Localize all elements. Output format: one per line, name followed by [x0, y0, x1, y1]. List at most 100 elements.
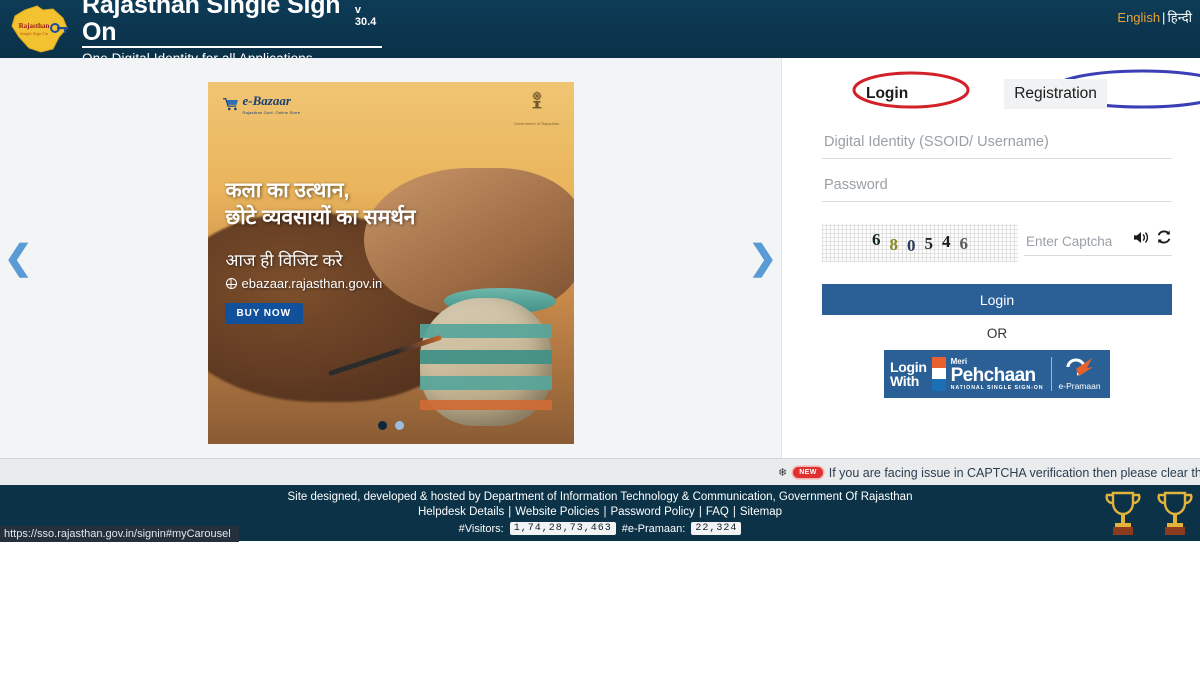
footer-link-password-policy[interactable]: Password Policy	[610, 506, 694, 518]
refresh-icon[interactable]	[1156, 229, 1172, 245]
meri-pehchaan-flag-icon	[931, 357, 946, 391]
ashoka-emblem-icon	[532, 91, 542, 109]
sparkle-icon: ❄	[778, 467, 788, 479]
ebazaar-logo: e-Bazaar Rajasthan Govt. Online Store	[222, 92, 301, 115]
epramaan-count: 22,324	[691, 522, 742, 535]
footer-link-faq[interactable]: FAQ	[706, 506, 729, 518]
captcha-icon-group	[1133, 229, 1172, 245]
meri-pehchaan-login-with: Login With	[890, 360, 927, 388]
footer-link-helpdesk[interactable]: Helpdesk Details	[418, 506, 504, 518]
banner-url: ebazaar.rajasthan.gov.in	[241, 276, 383, 291]
epramaan-block: e-Pramaan	[1059, 357, 1101, 391]
banner-headline-line1: कला का उत्थान,	[225, 179, 350, 202]
captcha-row: 6 8 0 5 4 6	[822, 224, 1172, 262]
ebazaar-brand-sub: Rajasthan Govt. Online Store	[242, 110, 301, 115]
visitors-count: 1,74,28,73,463	[509, 522, 616, 535]
ebazaar-brand: e-Bazaar	[242, 93, 291, 108]
tab-registration[interactable]: Registration	[1004, 79, 1107, 109]
banner-cta-text: आज ही विजिट करे	[225, 251, 343, 270]
captcha-digit-1: 6	[872, 230, 881, 249]
banner-url-row: ebazaar.rajasthan.gov.in	[225, 276, 383, 291]
svg-text:Rajasthan: Rajasthan	[19, 22, 50, 30]
meri-pehchaan-brand: Meri Pehchaan NATIONAL SINGLE SIGN-ON	[950, 357, 1044, 391]
footer-link-sep-4: |	[732, 506, 736, 518]
mp-divider	[1050, 357, 1052, 391]
carousel-slide-ebazaar[interactable]: e-Bazaar Rajasthan Govt. Online Store Go…	[207, 82, 574, 444]
emblem-caption: Government of Rajasthan	[513, 122, 560, 126]
footer-links: Helpdesk Details | Website Policies | Passwo…	[0, 506, 1200, 518]
username-field-wrapper	[822, 130, 1172, 159]
language-option-english[interactable]: English	[1117, 10, 1160, 25]
banner-headline-line2: छोटे व्यवसायों का समर्थन	[225, 205, 416, 229]
browser-status-bar: https://sso.rajasthan.gov.in/signin#myCa…	[0, 526, 239, 542]
carousel[interactable]: e-Bazaar Rajasthan Govt. Online Store Go…	[207, 82, 574, 444]
page-header: Rajasthan Single Sign On Rajasthan Singl…	[0, 0, 1200, 58]
sso-login-page: Rajasthan Single Sign On Rajasthan Singl…	[0, 0, 1200, 542]
marquee-content: ❄ NEW If you are facing issue in CAPTCHA…	[778, 459, 1200, 485]
title-line: Rajasthan Single Sign On v 30.4	[82, 0, 382, 48]
page-below-fold	[0, 542, 1200, 675]
rajasthan-map-logo-icon: Rajasthan Single Sign On	[11, 5, 68, 53]
login-panel: Login Registration 6 8 0 5 4 6	[781, 58, 1200, 458]
award-trophies	[1100, 487, 1198, 539]
page-title: Rajasthan Single Sign On	[82, 0, 341, 46]
app-version: v 30.4	[354, 4, 377, 29]
visitors-label: #Visitors:	[458, 522, 504, 535]
main-content: ❮ ❯ e-Bazaar Rajasthan Govt. Online Stor…	[0, 58, 1200, 458]
mp-tagline: NATIONAL SINGLE SIGN-ON	[950, 384, 1044, 391]
footer-link-website-policies[interactable]: Website Policies	[515, 506, 599, 518]
captcha-digit-2: 8	[889, 235, 899, 254]
trophy-icon	[1105, 491, 1141, 535]
captcha-digit-5: 4	[942, 232, 951, 251]
captcha-input-wrapper	[1024, 230, 1172, 256]
auth-tabs: Login Registration	[822, 69, 1200, 116]
epramaan-label: e-Pramaan	[1058, 380, 1101, 391]
epramaan-count-label: #e-Pramaan:	[621, 522, 686, 535]
password-field-wrapper	[822, 173, 1172, 202]
footer-link-sep-1: |	[508, 506, 512, 518]
carousel-dot-2[interactable]	[394, 421, 404, 430]
captcha-digit-6: 6	[959, 234, 969, 253]
svg-text:Single Sign On: Single Sign On	[20, 31, 49, 36]
page-subtitle: One Digital Identity for all Application…	[82, 51, 382, 58]
buy-now-button[interactable]: BUY NOW	[224, 303, 303, 324]
mp-pehchaan-text: Pehchaan	[950, 364, 1037, 386]
or-divider-text: OR	[986, 326, 1008, 341]
captcha-digit-3: 0	[907, 236, 916, 255]
header-title-block: Rajasthan Single Sign On v 30.4 One Digi…	[78, 0, 382, 58]
new-badge: NEW	[793, 467, 823, 478]
shopping-cart-icon	[222, 97, 238, 110]
carousel-pane: ❮ ❯ e-Bazaar Rajasthan Govt. Online Stor…	[0, 58, 781, 458]
footer-link-sep-2: |	[603, 506, 607, 518]
tab-login[interactable]: Login	[862, 79, 912, 109]
carousel-prev-arrow-icon[interactable]: ❮	[4, 241, 33, 275]
captcha-digit-4: 5	[924, 234, 934, 253]
mp-with-text: With	[890, 373, 919, 389]
marquee-text: If you are facing issue in CAPTCHA verif…	[828, 465, 1200, 480]
carousel-indicators	[377, 421, 404, 430]
meri-pehchaan-login-button[interactable]: Login With Meri Pehchaan NATIONAL SINGLE…	[884, 350, 1110, 398]
login-button[interactable]: Login	[822, 284, 1172, 315]
language-option-hindi[interactable]: हिन्दी	[1167, 10, 1192, 25]
footer-link-sep-3: |	[698, 506, 702, 518]
notification-marquee-bar: ❄ NEW If you are facing issue in CAPTCHA…	[0, 458, 1200, 485]
government-emblem: Government of Rajasthan	[514, 90, 560, 130]
captcha-image: 6 8 0 5 4 6	[822, 224, 1018, 262]
carousel-dot-1[interactable]	[377, 421, 387, 430]
logo-container[interactable]: Rajasthan Single Sign On	[0, 0, 78, 58]
meri-pehchaan-wrapper: Login With Meri Pehchaan NATIONAL SINGLE…	[822, 350, 1172, 398]
footer-link-sitemap[interactable]: Sitemap	[740, 506, 782, 518]
trophy-icon	[1157, 491, 1193, 535]
password-input[interactable]	[822, 173, 1172, 202]
globe-icon	[225, 278, 237, 289]
username-input[interactable]	[822, 130, 1172, 159]
language-separator: |	[1162, 10, 1166, 25]
carousel-next-arrow-icon[interactable]: ❯	[749, 241, 778, 275]
footer-credits: Site designed, developed & hosted by Dep…	[287, 491, 913, 503]
banner-pot	[419, 298, 552, 426]
language-switcher: English | हिन्दी	[1117, 8, 1192, 26]
epramaan-logo-icon	[1066, 357, 1093, 376]
speaker-icon[interactable]	[1133, 230, 1150, 245]
mp-login-text: Login	[890, 359, 927, 375]
banner-headline: कला का उत्थान, छोटे व्यवसायों का समर्थन	[226, 178, 416, 232]
